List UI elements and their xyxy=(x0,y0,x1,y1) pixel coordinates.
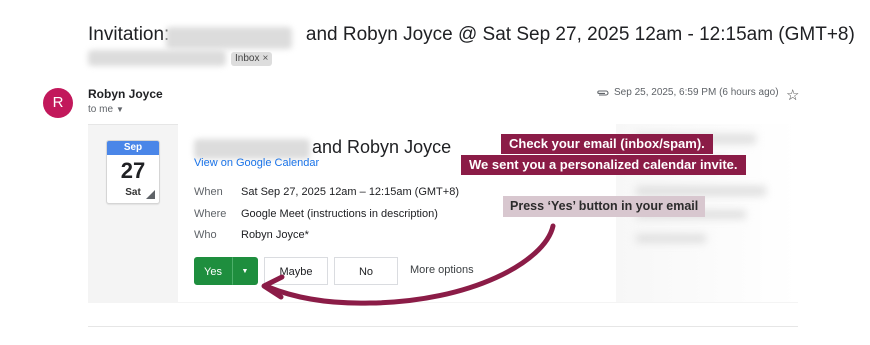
arrow-annotation xyxy=(261,223,556,306)
